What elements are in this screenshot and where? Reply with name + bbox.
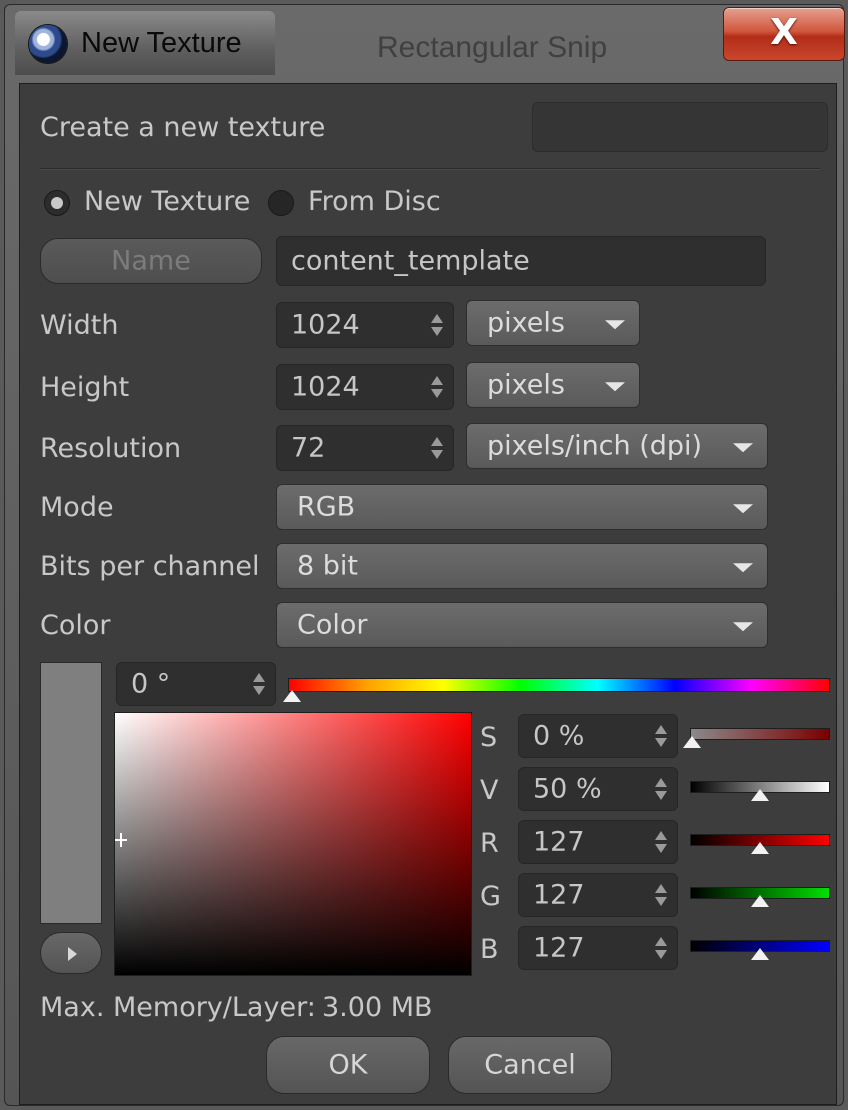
height-input[interactable]: 1024 (276, 364, 454, 410)
memory-value: 3.00 MB (322, 992, 433, 1023)
background-window-title: Rectangular Snip (377, 31, 608, 64)
header-field[interactable] (532, 102, 828, 152)
chevron-down-icon (733, 443, 753, 453)
picker-mode-button[interactable] (40, 932, 102, 974)
hue-slider[interactable] (288, 678, 830, 692)
title-tab: New Texture (15, 11, 275, 75)
dialog-window: New Texture Rectangular Snip X Create a … (4, 4, 845, 1106)
resolution-unit-select[interactable]: pixels/inch (dpi) (466, 423, 768, 469)
saturation-value-field[interactable] (114, 712, 472, 976)
title-bar[interactable]: New Texture Rectangular Snip X (5, 5, 845, 83)
channel-input-g[interactable]: 127 (518, 873, 678, 917)
resolution-spinner-icon[interactable] (431, 436, 443, 460)
channel-spinner-icon[interactable] (655, 777, 667, 801)
channel-spinner-icon[interactable] (655, 883, 667, 907)
chevron-down-icon (605, 320, 625, 330)
channel-input-s[interactable]: 0 % (518, 714, 678, 758)
channel-label-s: S (480, 722, 498, 753)
dialog-body: Create a new texture New Texture From Di… (19, 83, 837, 1105)
play-icon (68, 947, 77, 961)
close-icon: X (770, 12, 798, 53)
channel-label-b: B (480, 934, 499, 965)
channel-label-r: R (480, 828, 499, 859)
app-logo-icon (29, 25, 67, 63)
ok-button[interactable]: OK (266, 1036, 430, 1094)
color-preview-swatch (40, 662, 102, 924)
new-texture-radio[interactable] (44, 190, 70, 216)
resolution-input[interactable]: 72 (276, 425, 454, 471)
divider (40, 168, 820, 170)
height-spinner-icon[interactable] (431, 375, 443, 399)
chevron-down-icon (605, 382, 625, 392)
channel-slider-thumb-b[interactable] (751, 948, 769, 960)
bits-select[interactable]: 8 bit (276, 543, 768, 589)
channel-input-v[interactable]: 50 % (518, 767, 678, 811)
channel-label-g: G (480, 881, 501, 912)
channel-slider-s[interactable] (690, 728, 830, 740)
channel-input-b[interactable]: 127 (518, 926, 678, 970)
hue-spinner-icon[interactable] (253, 672, 265, 696)
hue-input[interactable]: 0 ° (116, 662, 276, 706)
new-texture-label[interactable]: New Texture (84, 186, 250, 217)
width-unit-select[interactable]: pixels (466, 300, 640, 346)
height-unit-select[interactable]: pixels (466, 362, 640, 408)
width-label: Width (40, 310, 119, 341)
from-disc-label[interactable]: From Disc (308, 186, 441, 217)
close-button[interactable]: X (723, 7, 845, 61)
window-title: New Texture (81, 27, 242, 59)
channel-spinner-icon[interactable] (655, 724, 667, 748)
color-label: Color (40, 610, 111, 641)
chevron-down-icon (733, 563, 753, 573)
channel-label-v: V (480, 775, 499, 806)
channel-spinner-icon[interactable] (655, 830, 667, 854)
width-input[interactable]: 1024 (276, 302, 454, 348)
width-spinner-icon[interactable] (431, 313, 443, 337)
chevron-down-icon (733, 622, 753, 632)
channel-spinner-icon[interactable] (655, 936, 667, 960)
hue-slider-thumb[interactable] (283, 690, 301, 702)
mode-label: Mode (40, 492, 114, 523)
resolution-label: Resolution (40, 433, 182, 464)
name-input[interactable]: content_template (276, 236, 766, 286)
channel-slider-thumb-s[interactable] (683, 736, 701, 748)
name-button[interactable]: Name (40, 238, 262, 284)
height-label: Height (40, 372, 130, 403)
memory-label: Max. Memory/Layer: (40, 992, 316, 1023)
chevron-down-icon (733, 504, 753, 514)
from-disc-radio[interactable] (268, 190, 294, 216)
bits-label: Bits per channel (40, 551, 260, 582)
header-label: Create a new texture (40, 112, 326, 143)
channel-slider-thumb-g[interactable] (751, 895, 769, 907)
channel-slider-thumb-r[interactable] (751, 842, 769, 854)
color-select[interactable]: Color (276, 602, 768, 648)
channel-input-r[interactable]: 127 (518, 820, 678, 864)
mode-select[interactable]: RGB (276, 484, 768, 530)
cancel-button[interactable]: Cancel (448, 1036, 612, 1094)
channel-slider-thumb-v[interactable] (751, 789, 769, 801)
